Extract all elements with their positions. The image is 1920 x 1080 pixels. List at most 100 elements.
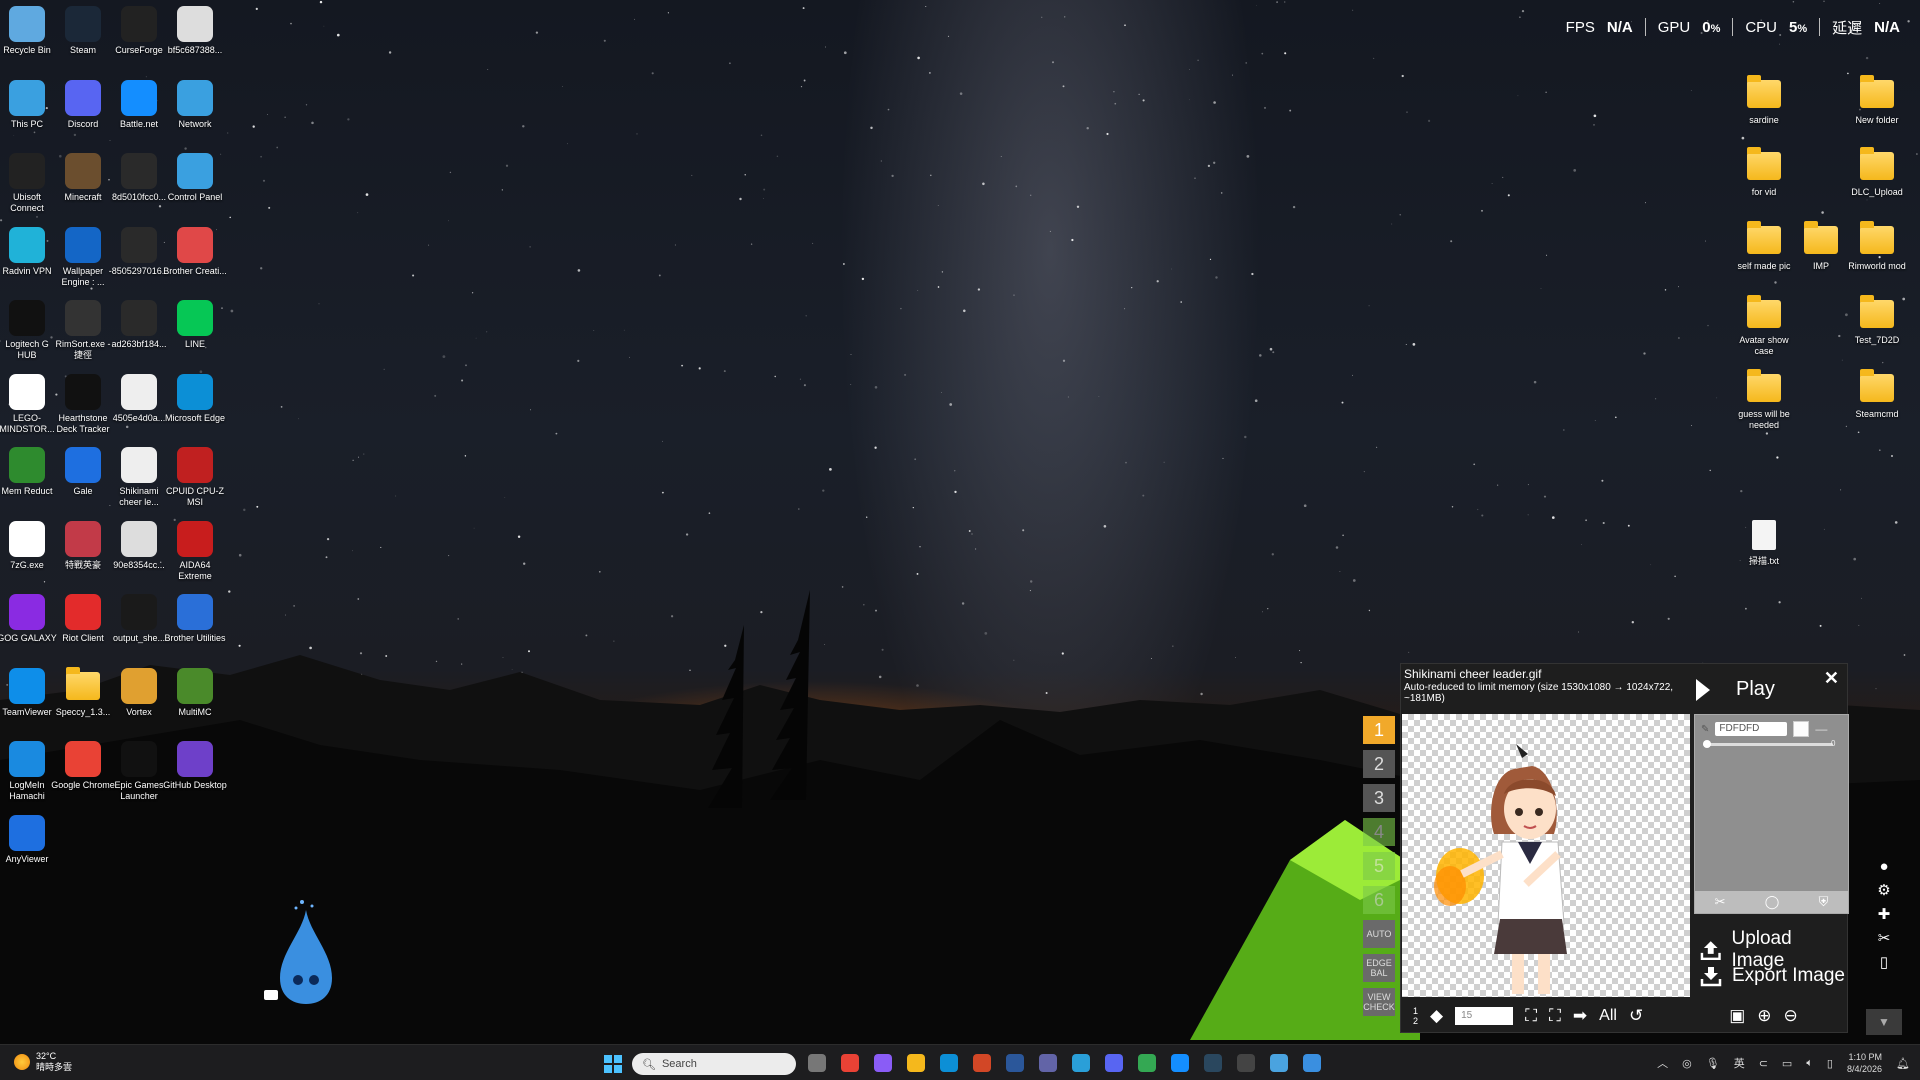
gear-icon[interactable]: ⚙	[1877, 881, 1890, 899]
frame-tab-1[interactable]: 1	[1363, 716, 1395, 744]
apply-all-icon[interactable]: ➡	[1573, 1006, 1587, 1026]
desktop-icon[interactable]: Vortex	[107, 667, 171, 738]
github-icon[interactable]	[1237, 1054, 1255, 1072]
frame-delay-input[interactable]: 15	[1455, 1007, 1514, 1025]
chevron-down-icon[interactable]: ▼	[1866, 1009, 1902, 1035]
desktop-icon[interactable]: Discord	[51, 79, 115, 150]
input-mode-icon[interactable]: ⊂	[1759, 1057, 1768, 1070]
desktop-icon[interactable]: 90e8354cc...	[107, 520, 171, 591]
apply-all-label[interactable]: All	[1599, 1007, 1617, 1025]
notification-icon[interactable]: 🔔︎	[1896, 1057, 1910, 1070]
windows-start-icon[interactable]	[604, 1055, 622, 1073]
slider-handle[interactable]	[1703, 740, 1711, 748]
desktop-folder[interactable]: Avatar show case	[1732, 295, 1796, 366]
copilot-icon[interactable]	[874, 1054, 892, 1072]
edge-icon[interactable]	[940, 1054, 958, 1072]
desktop-icon[interactable]: bf5c687388...	[163, 6, 227, 76]
word-icon[interactable]	[1006, 1054, 1024, 1072]
steam-icon[interactable]	[1204, 1054, 1222, 1072]
taskbar-search[interactable]: 🔍︎ Search	[632, 1053, 796, 1075]
discord-icon[interactable]	[1105, 1054, 1123, 1072]
desktop-icon[interactable]: MultiMC	[163, 667, 227, 738]
desktop-folder[interactable]: 掃描.txt	[1732, 517, 1796, 587]
frame-tab-6[interactable]: 6	[1363, 886, 1395, 914]
eraser-icon[interactable]: ◆	[1430, 1006, 1443, 1026]
desktop-icon[interactable]: Control Panel	[163, 153, 227, 223]
desktop-icon[interactable]: CurseForge	[107, 6, 171, 76]
desktop-folder[interactable]: DLC_Upload	[1845, 147, 1909, 218]
battlenet-icon[interactable]	[1171, 1054, 1189, 1072]
task-view-icon[interactable]	[808, 1054, 826, 1072]
desktop-icon[interactable]: Minecraft	[51, 153, 115, 223]
desktop-icon[interactable]: AnyViewer	[0, 814, 59, 885]
close-icon[interactable]: ✕	[1824, 668, 1839, 689]
play-button[interactable]: Play	[1696, 678, 1775, 701]
frame-tab-8[interactable]: EDGE BAL	[1363, 954, 1395, 982]
frame-tab-5[interactable]: 5	[1363, 852, 1395, 880]
shield-icon[interactable]: ⛨	[1819, 894, 1829, 910]
desktop-icon[interactable]: 8d5010fcc0...	[107, 153, 171, 223]
desktop-icon[interactable]: Riot Client	[51, 594, 115, 664]
undo-icon[interactable]: ↺	[1629, 1006, 1643, 1026]
scissors-icon[interactable]: ✂	[1715, 894, 1726, 910]
desktop-folder[interactable]: self made pic	[1732, 221, 1796, 292]
desktop-icon[interactable]: ad263bf184...	[107, 300, 171, 370]
brush-size-slider[interactable]	[1703, 740, 1833, 748]
minus-icon[interactable]: —	[1815, 722, 1827, 736]
select-frame-icon[interactable]: ⛶	[1525, 1006, 1537, 1026]
frame-tab-2[interactable]: 2	[1363, 750, 1395, 778]
desktop-icon[interactable]: Network	[163, 79, 227, 150]
droplet-mascot-icon[interactable]	[262, 898, 336, 1008]
frame-tab-9[interactable]: VIEW CHECK	[1363, 988, 1395, 1016]
frame-tab-4[interactable]: 4	[1363, 818, 1395, 846]
clear-selection-icon[interactable]: ⛶	[1549, 1006, 1561, 1026]
desktop-icon[interactable]: Brother Creati...	[163, 226, 227, 297]
desktop-folder[interactable]: guess will be needed	[1732, 369, 1796, 440]
frame-tab-7[interactable]: AUTO	[1363, 920, 1395, 948]
ime-indicator[interactable]: 英	[1734, 1055, 1745, 1071]
desktop-icon[interactable]: RimSort.exe - 捷徑	[51, 300, 115, 370]
frame-tab-3[interactable]: 3	[1363, 784, 1395, 812]
battery-icon[interactable]: ▯	[1827, 1057, 1833, 1070]
desktop-icon[interactable]: Steam	[51, 6, 115, 76]
desktop-icon[interactable]: Epic Games Launcher	[107, 741, 171, 811]
microphone-icon[interactable]: 🎙︎	[1706, 1057, 1720, 1070]
chevron-up-icon[interactable]: ︿	[1657, 1055, 1668, 1071]
chrome-icon[interactable]	[1138, 1054, 1156, 1072]
desktop-folder[interactable]: for vid	[1732, 147, 1796, 218]
network-icon[interactable]: ▭	[1782, 1057, 1792, 1070]
location-icon[interactable]: ◎	[1682, 1057, 1692, 1070]
teams-icon[interactable]	[1039, 1054, 1057, 1072]
scissors-icon[interactable]: ✂	[1878, 929, 1891, 947]
clock[interactable]: 1:10 PM 8/4/2026	[1847, 1051, 1882, 1075]
desktop-icon[interactable]: 4505e4d0a...	[107, 373, 171, 444]
user-icon[interactable]: ●	[1879, 858, 1888, 875]
desktop-icon[interactable]: Google Chrome	[51, 741, 115, 811]
file-explorer-icon[interactable]	[907, 1054, 925, 1072]
save-icon[interactable]: ▣	[1729, 1006, 1745, 1026]
droplet-icon[interactable]	[1303, 1054, 1321, 1072]
notepad-icon[interactable]	[1270, 1054, 1288, 1072]
onedrive-icon[interactable]	[1072, 1054, 1090, 1072]
desktop-icon[interactable]: Gale	[51, 447, 115, 517]
clipboard-icon[interactable]: ▯	[1880, 953, 1888, 971]
desktop-folder[interactable]: sardine	[1732, 75, 1796, 146]
desktop-icon[interactable]: AIDA64 Extreme	[163, 520, 227, 591]
desktop-icon[interactable]: Microsoft Edge	[163, 373, 227, 444]
color-swatch[interactable]	[1793, 721, 1810, 737]
desktop-icon[interactable]: Wallpaper Engine : ...	[51, 226, 115, 297]
wrench-icon[interactable]: ✚	[1878, 905, 1891, 923]
eyedropper-icon[interactable]: ✎	[1701, 724, 1709, 735]
desktop-icon[interactable]: Speccy_1.3...	[51, 666, 115, 738]
desktop-icon[interactable]: Battle.net	[107, 79, 171, 150]
desktop-folder[interactable]: New folder	[1845, 75, 1909, 146]
desktop-icon[interactable]: -8505297016...	[107, 226, 171, 297]
speaker-icon[interactable]: 🔈︎	[1806, 1057, 1813, 1070]
weather-widget[interactable]: 32°C 晴時多雲	[14, 1051, 72, 1073]
desktop-folder[interactable]: Test_7D2D	[1845, 295, 1909, 366]
hex-color-input[interactable]: FDFDFD	[1715, 722, 1788, 736]
gif-preview-canvas[interactable]	[1402, 714, 1690, 997]
desktop-icon[interactable]: CPUID CPU-Z MSI	[163, 447, 227, 517]
desktop-folder[interactable]: Steamcmd	[1845, 369, 1909, 440]
chrome-icon[interactable]	[841, 1054, 859, 1072]
